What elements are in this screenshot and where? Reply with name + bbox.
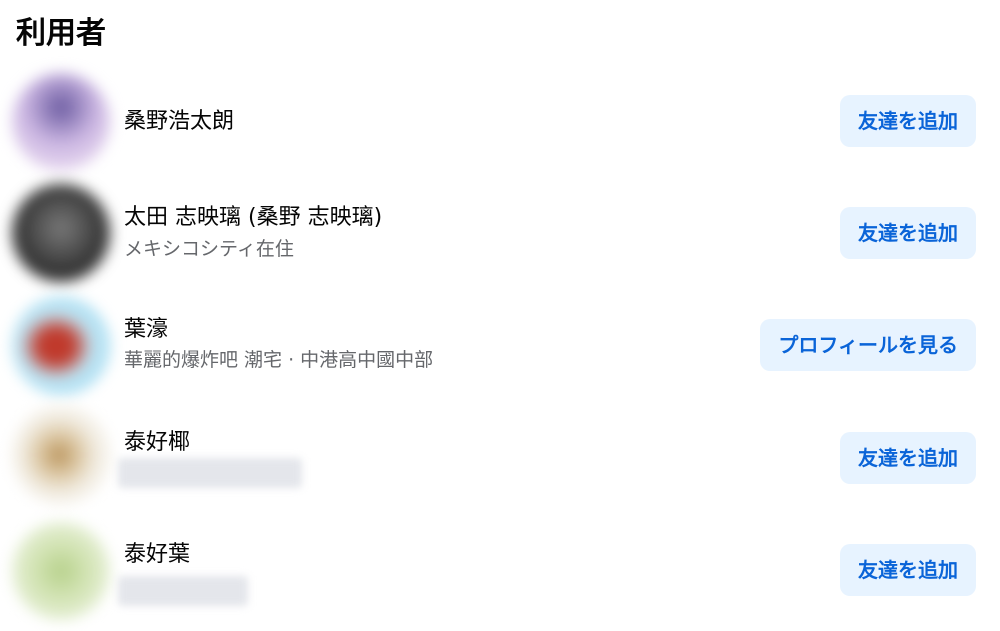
avatar[interactable] (12, 522, 110, 620)
list-item[interactable]: 葉濠 華麗的爆炸吧 潮宅 · 中港高中國中部 プロフィールを見る (0, 293, 1000, 403)
blurred-subtitle (118, 458, 302, 488)
person-name[interactable]: 太田 志映璃 (桑野 志映璃) (124, 203, 382, 233)
blurred-subtitle (118, 576, 248, 606)
add-friend-button[interactable]: 友達を追加 (840, 207, 976, 259)
avatar[interactable] (12, 184, 110, 282)
avatar[interactable] (12, 73, 110, 171)
person-subtitle: 華麗的爆炸吧 潮宅 · 中港高中國中部 (124, 349, 434, 371)
person-name[interactable]: 桑野浩太朗 (124, 107, 234, 137)
add-friend-button[interactable]: 友達を追加 (840, 95, 976, 147)
list-item[interactable]: 太田 志映璃 (桑野 志映璃) メキシコシティ在住 友達を追加 (0, 180, 1000, 290)
list-item[interactable]: 桑野浩太朗 友達を追加 (0, 67, 1000, 177)
avatar[interactable] (12, 406, 110, 504)
list-item[interactable]: 泰好椰 友達を追加 (0, 406, 1000, 516)
section-title: 利用者 (16, 16, 106, 51)
person-name[interactable]: 泰好葉 (124, 540, 190, 570)
person-name[interactable]: 葉濠 (124, 315, 168, 345)
list-item[interactable]: 泰好葉 友達を追加 (0, 518, 1000, 628)
add-friend-button[interactable]: 友達を追加 (840, 544, 976, 596)
person-name[interactable]: 泰好椰 (124, 428, 190, 458)
person-subtitle: メキシコシティ在住 (124, 238, 294, 260)
view-profile-button[interactable]: プロフィールを見る (760, 319, 976, 371)
avatar[interactable] (12, 297, 110, 395)
add-friend-button[interactable]: 友達を追加 (840, 432, 976, 484)
people-results-section: 利用者 桑野浩太朗 友達を追加 太田 志映璃 (桑野 志映璃) メキシコシティ在… (0, 0, 1000, 631)
